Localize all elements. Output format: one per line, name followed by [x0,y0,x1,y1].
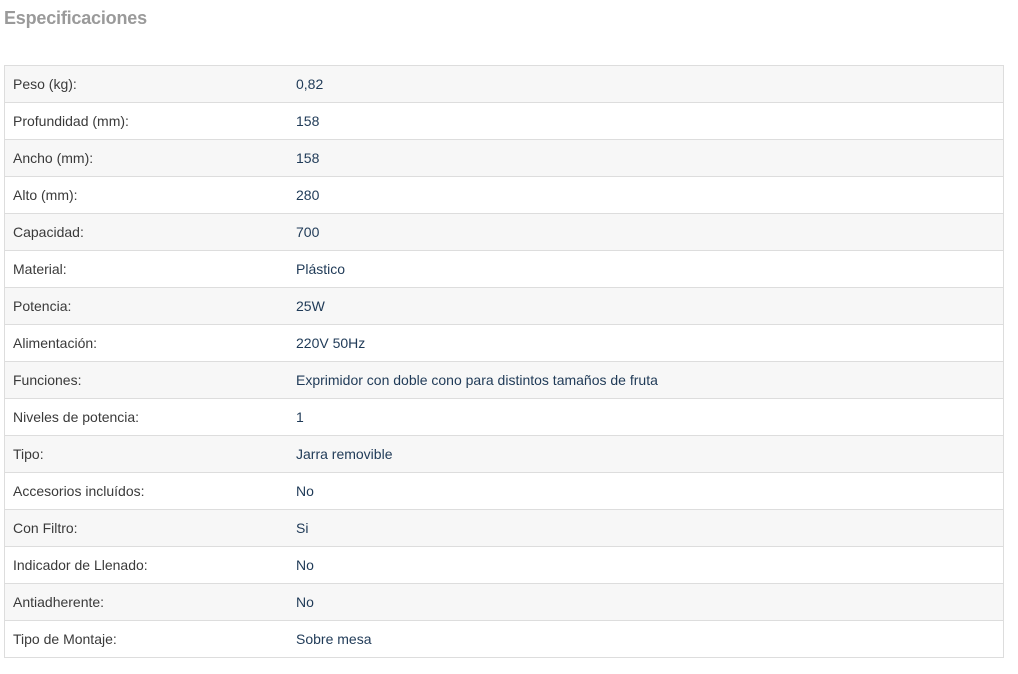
table-row: Peso (kg): 0,82 [4,65,1004,103]
table-row: Accesorios incluídos: No [4,472,1004,510]
spec-label: Tipo de Montaje: [4,620,296,658]
spec-label: Profundidad (mm): [4,102,296,140]
spec-value: 0,82 [296,65,1004,103]
spec-label: Peso (kg): [4,65,296,103]
spec-label: Capacidad: [4,213,296,251]
spec-value: Si [296,509,1004,547]
spec-label: Accesorios incluídos: [4,472,296,510]
spec-label: Funciones: [4,361,296,399]
table-row: Indicador de Llenado: No [4,546,1004,584]
table-row: Tipo: Jarra removible [4,435,1004,473]
table-row: Funciones: Exprimidor con doble cono par… [4,361,1004,399]
spec-label: Alimentación: [4,324,296,362]
spec-label: Alto (mm): [4,176,296,214]
table-row: Alto (mm): 280 [4,176,1004,214]
table-row: Ancho (mm): 158 [4,139,1004,177]
spec-value: 700 [296,213,1004,251]
spec-value: Exprimidor con doble cono para distintos… [296,361,1004,399]
table-row: Capacidad: 700 [4,213,1004,251]
spec-value: 25W [296,287,1004,325]
section-title: Especificaciones [4,8,147,28]
table-row: Tipo de Montaje: Sobre mesa [4,620,1004,658]
spec-value: Sobre mesa [296,620,1004,658]
spec-value: 220V 50Hz [296,324,1004,362]
spec-label: Con Filtro: [4,509,296,547]
spec-label: Tipo: [4,435,296,473]
table-row: Potencia: 25W [4,287,1004,325]
spec-label: Antiadherente: [4,583,296,621]
spec-label: Indicador de Llenado: [4,546,296,584]
spec-value: 280 [296,176,1004,214]
spec-label: Ancho (mm): [4,139,296,177]
spec-label: Niveles de potencia: [4,398,296,436]
spec-value: 158 [296,139,1004,177]
spec-value: No [296,546,1004,584]
table-row: Alimentación: 220V 50Hz [4,324,1004,362]
table-row: Material: Plástico [4,250,1004,288]
spec-value: No [296,583,1004,621]
spec-value: No [296,472,1004,510]
table-row: Antiadherente: No [4,583,1004,621]
spec-value: 1 [296,398,1004,436]
spec-value: 158 [296,102,1004,140]
table-row: Niveles de potencia: 1 [4,398,1004,436]
spec-label: Potencia: [4,287,296,325]
spec-value: Plástico [296,250,1004,288]
specifications-table: Peso (kg): 0,82 Profundidad (mm): 158 An… [4,65,1004,658]
table-row: Con Filtro: Si [4,509,1004,547]
spec-value: Jarra removible [296,435,1004,473]
table-row: Profundidad (mm): 158 [4,102,1004,140]
spec-label: Material: [4,250,296,288]
